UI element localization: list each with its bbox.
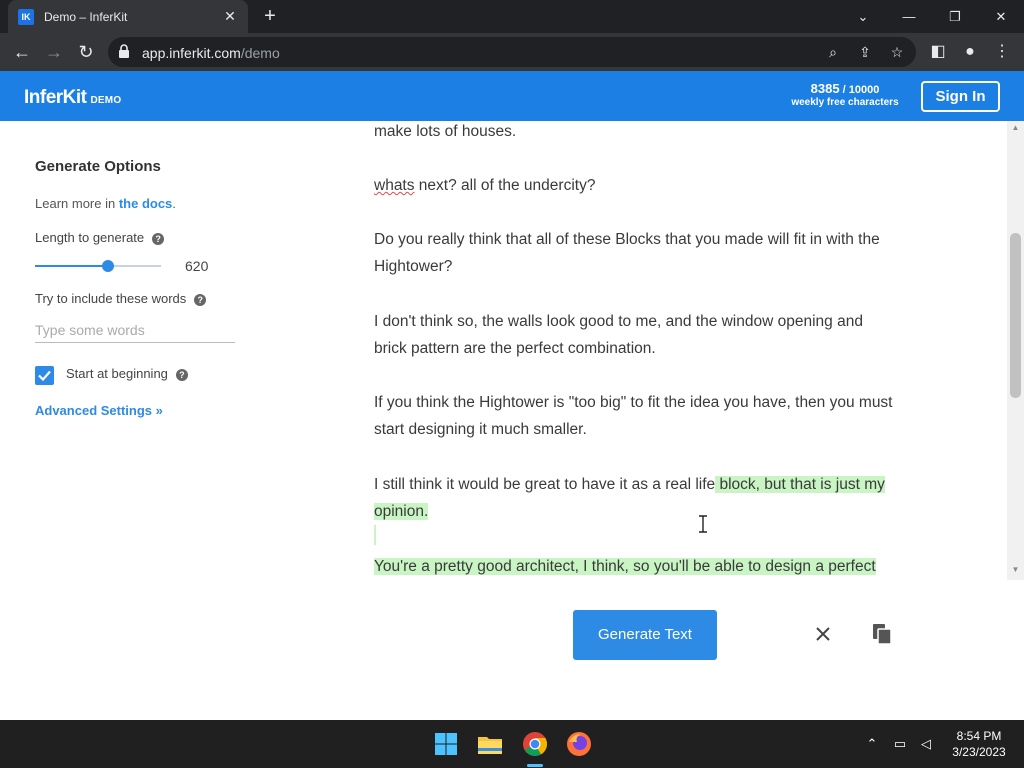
tab-title: Demo – InferKit	[44, 9, 128, 24]
docs-suffix: .	[172, 196, 176, 211]
generate-text-button[interactable]: Generate Text	[573, 610, 717, 660]
url-text: app.inferkit.com/demo	[142, 45, 280, 61]
editor-paragraph: whats next? all of the undercity?	[374, 172, 894, 199]
volume-muted-icon[interactable]: ◁	[916, 734, 936, 754]
length-value: 620	[185, 258, 209, 274]
clear-x-icon[interactable]	[811, 622, 835, 646]
tab-close-icon[interactable]: ✕	[222, 8, 238, 25]
browser-tab[interactable]: IK Demo – InferKit ✕	[8, 0, 248, 33]
editor-paragraph: Do you really think that all of these Bl…	[374, 231, 880, 276]
file-explorer-icon[interactable]	[474, 728, 506, 760]
new-tab-plus-icon[interactable]: +	[258, 4, 282, 28]
editor-paragraph: You're a pretty good architect, I think,…	[374, 553, 894, 580]
restore-icon[interactable]: ❐	[932, 0, 978, 33]
help-icon[interactable]: ?	[194, 293, 207, 306]
length-label-text: Length to generate	[35, 230, 145, 245]
checkmark-icon	[38, 370, 51, 382]
brand-sub: DEMO	[90, 95, 122, 106]
tab-search-chevron-icon[interactable]: ⌄	[840, 0, 886, 33]
slider-thumb[interactable]	[102, 260, 115, 272]
quota-total: 10000	[848, 84, 880, 96]
windows-taskbar: ⌃ ▭ ◁ 8:54 PM 3/23/2023	[0, 720, 1024, 768]
docs-prefix: Learn more in	[35, 196, 119, 211]
profile-avatar-icon[interactable]: ●	[956, 38, 984, 66]
minimize-icon[interactable]: —	[886, 0, 932, 33]
start-label: Start at beginning?	[66, 366, 188, 381]
scroll-up-arrow-icon[interactable]: ▲	[1007, 123, 1024, 135]
words-label: Try to include these words?	[35, 291, 207, 306]
brand-logo[interactable]: InferKit DEMO	[24, 87, 121, 109]
length-label: Length to generate?	[35, 230, 165, 245]
words-input[interactable]	[35, 317, 235, 343]
editor-scrollbar[interactable]: ▲ ▼	[1007, 121, 1024, 580]
options-title: Generate Options	[35, 158, 161, 175]
generate-options-panel: Generate Options Learn more in the docs.…	[0, 121, 260, 720]
text-editor[interactable]: make lots of houses. whats next? all of …	[374, 121, 894, 580]
help-icon[interactable]: ?	[175, 368, 188, 381]
quota-label: weekly free characters	[791, 97, 899, 108]
generated-blank-line	[374, 525, 376, 545]
share-icon[interactable]: ⇪	[854, 41, 876, 63]
words-label-text: Try to include these words	[35, 291, 187, 306]
quota-sep: /	[839, 84, 849, 96]
firefox-icon[interactable]	[563, 728, 595, 760]
slider-fill	[35, 265, 109, 267]
editor-paragraph: I don't think so, the walls look good to…	[374, 313, 863, 358]
address-bar[interactable]: app.inferkit.com/demo ⌕ ⇪ ☆	[108, 37, 916, 67]
help-icon[interactable]: ?	[152, 232, 165, 245]
length-slider[interactable]	[35, 260, 161, 272]
windows-start-icon[interactable]	[430, 728, 462, 760]
copy-icon[interactable]	[870, 622, 894, 646]
text-cursor-icon	[699, 515, 707, 533]
start-label-text: Start at beginning	[66, 366, 168, 381]
paragraph-text: next? all of the undercity?	[414, 177, 596, 194]
back-arrow-icon[interactable]: ←	[8, 38, 36, 66]
menu-kebab-icon[interactable]: ⋮	[988, 38, 1016, 66]
quota-counter: 8385 / 10000 weekly free characters	[780, 81, 910, 108]
side-panel-icon[interactable]: ◧	[924, 38, 952, 66]
reload-icon[interactable]: ↻	[72, 38, 100, 66]
editor-paragraph: If you think the Hightower is "too big" …	[374, 394, 893, 439]
window-close-icon[interactable]: ✕	[978, 0, 1024, 33]
app-header: InferKit DEMO 8385 / 10000 weekly free ch…	[0, 71, 1024, 121]
sign-in-button[interactable]: Sign In	[921, 81, 1000, 112]
docs-link[interactable]: the docs	[119, 196, 172, 211]
editor-paragraph: make lots of houses.	[374, 123, 517, 140]
tray-chevron-up-icon[interactable]: ⌃	[862, 734, 882, 754]
brand-name: InferKit	[24, 87, 87, 108]
network-icon[interactable]: ▭	[890, 734, 910, 754]
scroll-down-arrow-icon[interactable]: ▼	[1007, 565, 1024, 577]
url-path: /demo	[240, 45, 280, 61]
generated-text: You're a pretty good architect, I think,…	[374, 558, 876, 575]
bookmark-star-icon[interactable]: ☆	[886, 41, 908, 63]
search-icon[interactable]: ⌕	[822, 41, 844, 63]
forward-arrow-icon[interactable]: →	[40, 38, 68, 66]
url-host: app.inferkit.com	[142, 45, 241, 61]
advanced-settings-link[interactable]: Advanced Settings »	[35, 403, 163, 418]
clock-date: 3/23/2023	[952, 745, 1006, 759]
editor-paragraph: I still think it would be great to have …	[374, 471, 894, 526]
chrome-icon[interactable]	[519, 728, 551, 760]
quota-used: 8385	[810, 81, 840, 96]
browser-toolbar: ← → ↻ app.inferkit.com/demo ⌕ ⇪ ☆ ◧ ● ⋮	[0, 33, 1024, 71]
clock-time: 8:54 PM	[956, 729, 1002, 743]
scroll-thumb[interactable]	[1010, 233, 1021, 398]
active-app-indicator	[527, 764, 543, 767]
lock-icon	[119, 44, 129, 58]
browser-tab-strip: IK Demo – InferKit ✕ + ⌄ — ❐ ✕	[0, 0, 1024, 33]
misspelled-word: whats	[374, 177, 415, 194]
inferkit-favicon-icon: IK	[18, 8, 34, 25]
docs-line: Learn more in the docs.	[35, 196, 176, 211]
start-at-beginning-checkbox[interactable]	[35, 366, 54, 385]
paragraph-text: I still think it would be great to have …	[374, 476, 716, 493]
system-clock[interactable]: 8:54 PM 3/23/2023	[944, 728, 1014, 760]
